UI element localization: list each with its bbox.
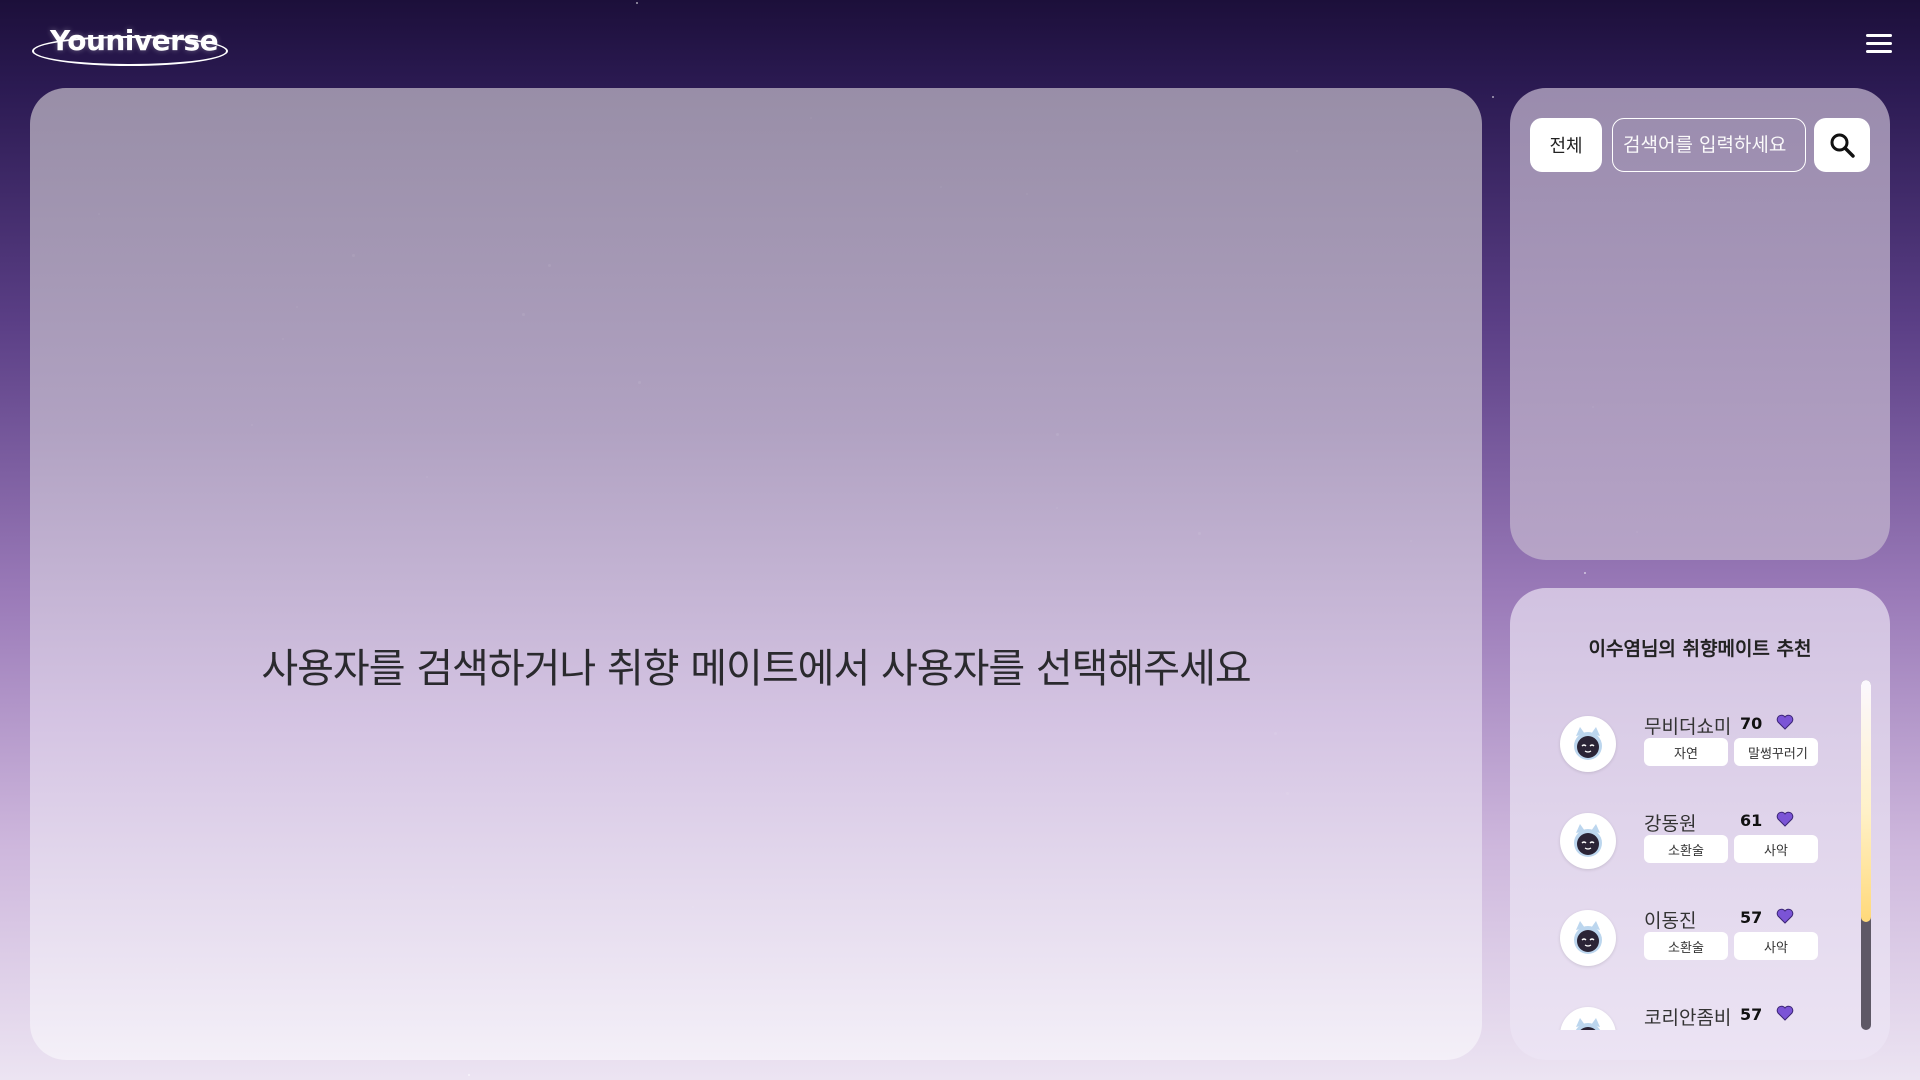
mate-name: 코리안좀비 [1644, 1007, 1732, 1029]
mate-list[interactable]: 무비더쇼미 70 자연 말썽꾸러기 강동원 61 소환술 사악 이동진 57 소… [1510, 680, 1860, 1030]
search-input[interactable] [1612, 118, 1806, 172]
hamburger-menu-icon[interactable] [1866, 34, 1892, 56]
mate-tag: 소환술 [1644, 932, 1728, 960]
logo-text: Youniverse [50, 24, 219, 57]
heart-icon [1776, 811, 1794, 827]
mate-item[interactable]: 이동진 57 소환술 사악 [1560, 902, 1850, 972]
cat-avatar-icon [1574, 824, 1602, 857]
mate-tag: 말썽꾸러기 [1734, 738, 1818, 766]
filter-all-button[interactable]: 전체 [1530, 118, 1602, 172]
heart-icon [1776, 714, 1794, 730]
avatar [1560, 910, 1616, 966]
mate-score: 57 [1740, 1005, 1763, 1024]
mate-item[interactable]: 강동원 61 소환술 사악 [1560, 805, 1850, 875]
mate-tag: 사악 [1734, 835, 1818, 863]
mate-name: 강동원 [1644, 813, 1697, 835]
mate-tag: 사악 [1734, 932, 1818, 960]
cat-avatar-icon [1574, 727, 1602, 760]
mate-name: 무비더쇼미 [1644, 716, 1732, 738]
heart-icon [1776, 908, 1794, 924]
search-button[interactable] [1814, 118, 1870, 172]
mate-score: 57 [1740, 908, 1763, 927]
mate-recommendation-panel: 이수염님의 취향메이트 추천 무비더쇼미 70 자연 말썽꾸러기 강동원 61 … [1510, 588, 1890, 1060]
mate-score: 70 [1740, 714, 1763, 733]
scrollbar-thumb[interactable] [1861, 680, 1871, 922]
empty-state-message: 사용자를 검색하거나 취향 메이트에서 사용자를 선택해주세요 [261, 646, 1251, 692]
search-panel: 전체 [1510, 88, 1890, 560]
cat-avatar-icon [1575, 1018, 1601, 1030]
avatar [1560, 1007, 1616, 1030]
avatar [1560, 716, 1616, 772]
mate-tag: 소환술 [1644, 835, 1728, 863]
mate-item[interactable]: 코리안좀비 57 [1560, 999, 1850, 1030]
mate-tag: 자연 [1644, 738, 1728, 766]
mate-name: 이동진 [1644, 910, 1697, 932]
heart-icon [1776, 1005, 1794, 1021]
logo[interactable]: Youniverse [32, 22, 228, 66]
mate-panel-title: 이수염님의 취향메이트 추천 [1588, 638, 1812, 660]
avatar [1560, 813, 1616, 869]
main-panel: 사용자를 검색하거나 취향 메이트에서 사용자를 선택해주세요 [30, 88, 1482, 1060]
cat-avatar-icon [1574, 921, 1602, 954]
mate-score: 61 [1740, 811, 1763, 830]
search-icon [1830, 133, 1855, 158]
mate-list-scrollbar[interactable] [1861, 680, 1871, 1030]
mate-item[interactable]: 무비더쇼미 70 자연 말썽꾸러기 [1560, 708, 1850, 778]
